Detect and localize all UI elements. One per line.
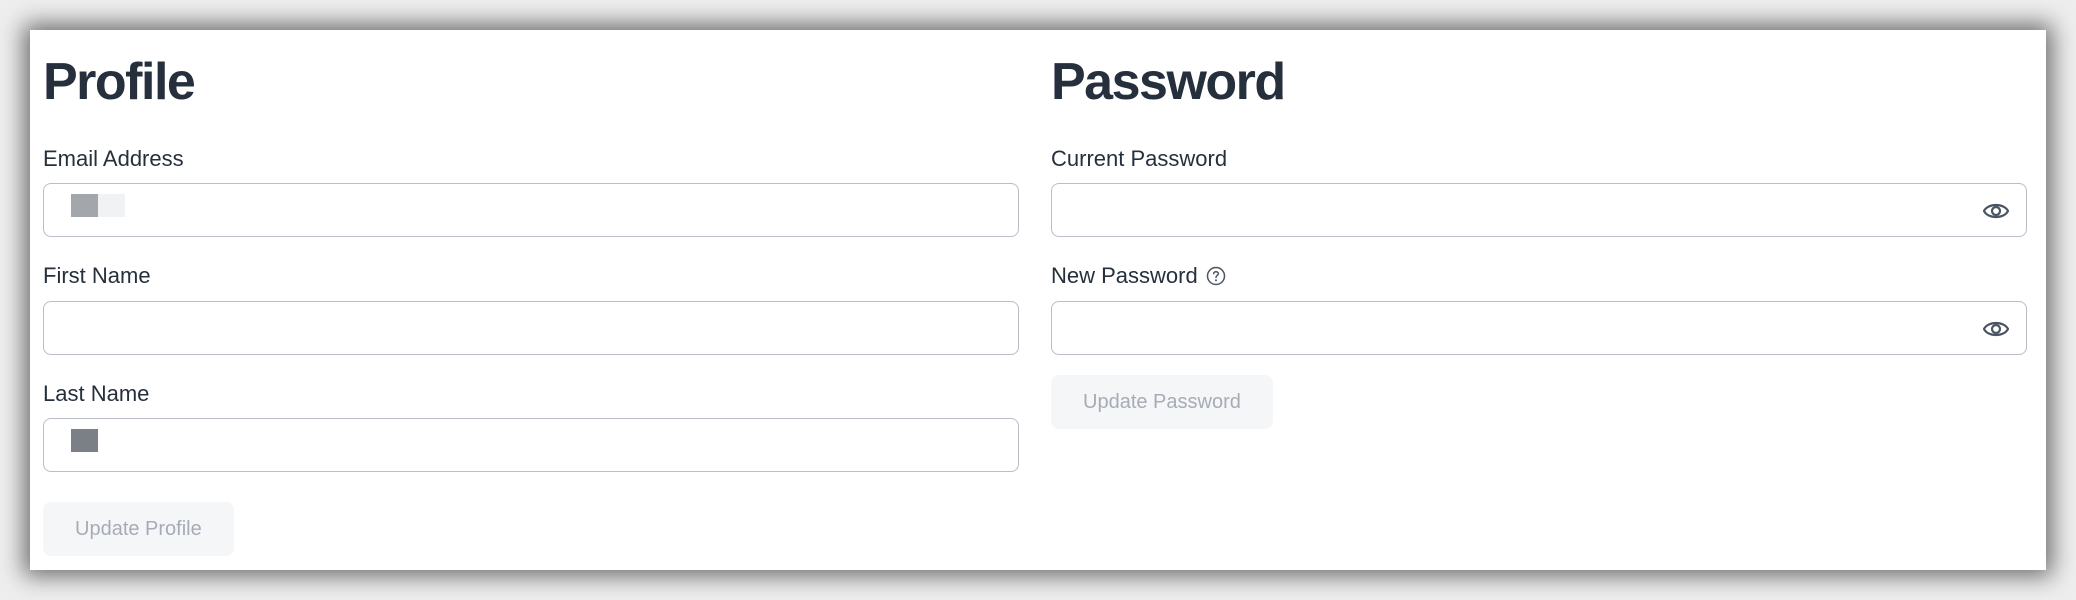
help-circle-icon[interactable] [1206,266,1226,286]
profile-title: Profile [43,53,196,111]
redacted-block [71,429,98,452]
password-title: Password [1051,53,1286,111]
last-name-label: Last Name [43,381,150,406]
new-password-field[interactable] [1051,301,2027,355]
redacted-block [98,194,125,217]
redacted-block [71,194,98,217]
new-password-label: New Password [1051,263,1198,288]
eye-icon[interactable] [1982,199,2010,223]
current-password-input[interactable] [1052,184,2026,236]
first-name-label: First Name [43,263,151,288]
first-name-input[interactable] [44,302,1018,354]
new-password-input[interactable] [1052,302,2026,354]
email-label: Email Address [43,146,184,171]
first-name-field[interactable] [43,301,1019,355]
settings-card: Profile Email Address First Name Last Na… [30,30,2046,570]
new-password-label-row: New Password [1051,263,1226,289]
current-password-field[interactable] [1051,183,2027,237]
eye-icon[interactable] [1982,317,2010,341]
update-profile-button[interactable]: Update Profile [43,502,234,556]
current-password-label: Current Password [1051,146,1228,171]
update-password-button[interactable]: Update Password [1051,375,1273,429]
last-name-field[interactable] [43,418,1019,472]
email-field[interactable] [43,183,1019,237]
email-input[interactable] [44,184,1018,236]
last-name-input[interactable] [44,419,1018,471]
